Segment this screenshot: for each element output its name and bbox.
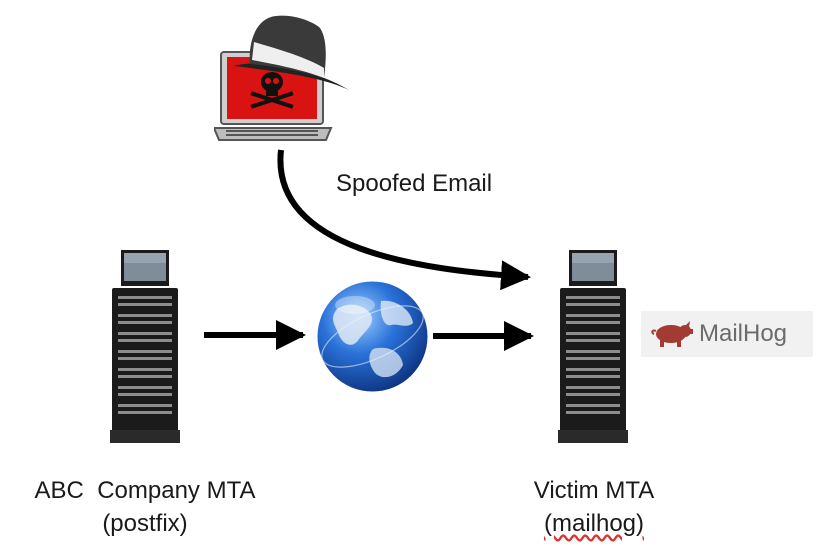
globe-icon — [317, 281, 428, 392]
hacker-laptop-icon — [214, 15, 349, 141]
spoofed-email-label: Spoofed Email — [336, 170, 493, 197]
abc-company-mta-title: ABC Company MTA — [34, 477, 256, 504]
victim-mta-subtitle: (mailhog) — [543, 510, 645, 537]
server-icon — [110, 250, 180, 443]
server-icon — [558, 250, 628, 443]
abc-company-mta-subtitle: (postfix) — [102, 510, 188, 537]
abc-company-mta-label: ABC Company MTA (postfix) — [20, 476, 270, 539]
pig-icon — [651, 321, 693, 347]
victim-mta-label: Victim MTA (mailhog) — [504, 476, 684, 539]
mailhog-logo-text: MailHog — [699, 320, 788, 347]
victim-mta-title: Victim MTA — [533, 477, 655, 504]
mailhog-logo: MailHog — [641, 311, 813, 357]
